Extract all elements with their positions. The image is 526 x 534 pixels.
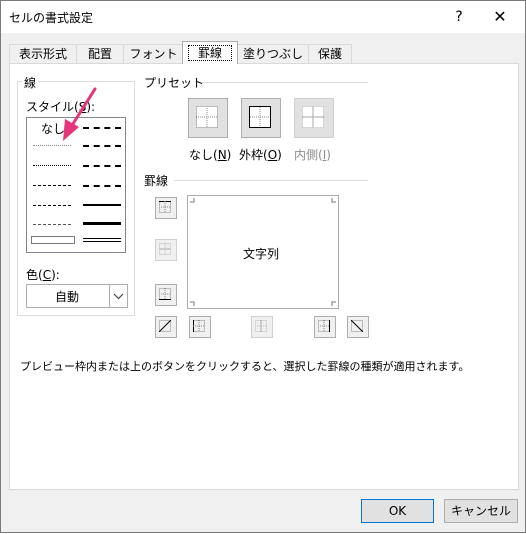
line-style-none[interactable]: なし bbox=[41, 120, 65, 137]
preview-text: 文字列 bbox=[243, 247, 280, 261]
border-inside-vertical-icon bbox=[255, 320, 267, 332]
preset-group-title: プリセット bbox=[144, 76, 205, 90]
preset-none-label: なし(N) bbox=[189, 148, 232, 162]
border-left-icon bbox=[193, 320, 205, 332]
preset-none-button[interactable] bbox=[188, 98, 228, 138]
border-preview[interactable]: 文字列 bbox=[187, 195, 339, 309]
line-style-medium[interactable] bbox=[83, 204, 121, 206]
line-style-thick[interactable] bbox=[83, 222, 121, 225]
border-right-icon bbox=[318, 320, 330, 332]
format-cells-dialog: セルの書式設定 ? ✕ 表示形式 配置 フォント 罫線 塗りつぶし 保護 線 ス… bbox=[0, 0, 526, 533]
border-top-icon bbox=[159, 201, 171, 213]
color-dropdown[interactable]: 自動 bbox=[26, 284, 128, 308]
close-button[interactable]: ✕ bbox=[490, 7, 510, 27]
line-style-double[interactable] bbox=[83, 238, 121, 242]
tab-number[interactable]: 表示形式 bbox=[9, 44, 77, 64]
line-style-medium-dash-dot[interactable] bbox=[83, 165, 121, 167]
line-style-dotted[interactable] bbox=[33, 165, 71, 166]
preset-inside-label: 内側(I) bbox=[294, 148, 331, 162]
line-style-dash-dot[interactable] bbox=[33, 205, 71, 206]
border-tab-panel: 線 スタイル(S): なし 色(C): 自動 プリセット なし(N) 外枠(O)… bbox=[9, 63, 519, 490]
border-separator bbox=[174, 180, 368, 181]
border-top-button[interactable] bbox=[155, 197, 177, 219]
chevron-down-icon[interactable] bbox=[109, 285, 127, 307]
border-diagonal-up-icon bbox=[159, 320, 171, 332]
cancel-button[interactable]: キャンセル bbox=[444, 499, 518, 523]
border-bottom-icon bbox=[159, 288, 171, 300]
line-style-dash-dot-dot[interactable] bbox=[33, 185, 71, 186]
border-inside-horizontal-button[interactable] bbox=[155, 239, 177, 261]
border-outline-icon bbox=[249, 106, 271, 128]
title-bar: セルの書式設定 ? ✕ bbox=[1, 1, 525, 33]
border-left-button[interactable] bbox=[189, 316, 211, 338]
border-right-button[interactable] bbox=[314, 316, 336, 338]
color-label: 色(C): bbox=[26, 268, 60, 282]
line-style-medium-dash-dot-dot[interactable] bbox=[83, 127, 121, 129]
border-inside-horizontal-icon bbox=[159, 243, 171, 255]
description-text: プレビュー枠内または上のボタンをクリックすると、選択した罫線の種類が適用されます… bbox=[20, 360, 470, 373]
border-group-title: 罫線 bbox=[144, 174, 169, 188]
tab-fill[interactable]: 塗りつぶし bbox=[237, 44, 309, 64]
dialog-title: セルの書式設定 bbox=[9, 11, 94, 25]
tab-border[interactable]: 罫線 bbox=[182, 41, 238, 64]
tab-protection[interactable]: 保護 bbox=[308, 44, 352, 64]
border-none-icon bbox=[196, 106, 218, 128]
preset-separator bbox=[202, 82, 368, 83]
color-value: 自動 bbox=[55, 290, 80, 304]
line-group-title: 線 bbox=[22, 74, 39, 91]
line-style-medium-dashed[interactable] bbox=[83, 185, 121, 187]
border-inside-icon bbox=[302, 106, 324, 128]
border-diagonal-down-button[interactable] bbox=[347, 316, 369, 338]
tab-alignment[interactable]: 配置 bbox=[76, 44, 124, 64]
line-style-thin[interactable] bbox=[31, 236, 75, 244]
style-label: スタイル(S): bbox=[26, 100, 96, 114]
preset-inside-button[interactable] bbox=[294, 98, 334, 138]
line-style-dashed[interactable] bbox=[33, 224, 71, 225]
tab-font[interactable]: フォント bbox=[123, 44, 184, 64]
border-diagonal-down-icon bbox=[351, 320, 363, 332]
preset-outline-button[interactable] bbox=[241, 98, 281, 138]
line-style-list[interactable]: なし bbox=[26, 117, 126, 253]
border-inside-vertical-button[interactable] bbox=[251, 316, 273, 338]
line-style-slant-dash-dot[interactable] bbox=[83, 145, 121, 147]
preset-outline-label: 外枠(O) bbox=[239, 148, 282, 162]
border-diagonal-up-button[interactable] bbox=[155, 316, 177, 338]
border-bottom-button[interactable] bbox=[155, 284, 177, 306]
tab-focus-rect bbox=[188, 45, 232, 61]
line-style-hair[interactable] bbox=[33, 145, 71, 146]
ok-button[interactable]: OK bbox=[361, 499, 434, 523]
help-button[interactable]: ? bbox=[449, 7, 469, 27]
